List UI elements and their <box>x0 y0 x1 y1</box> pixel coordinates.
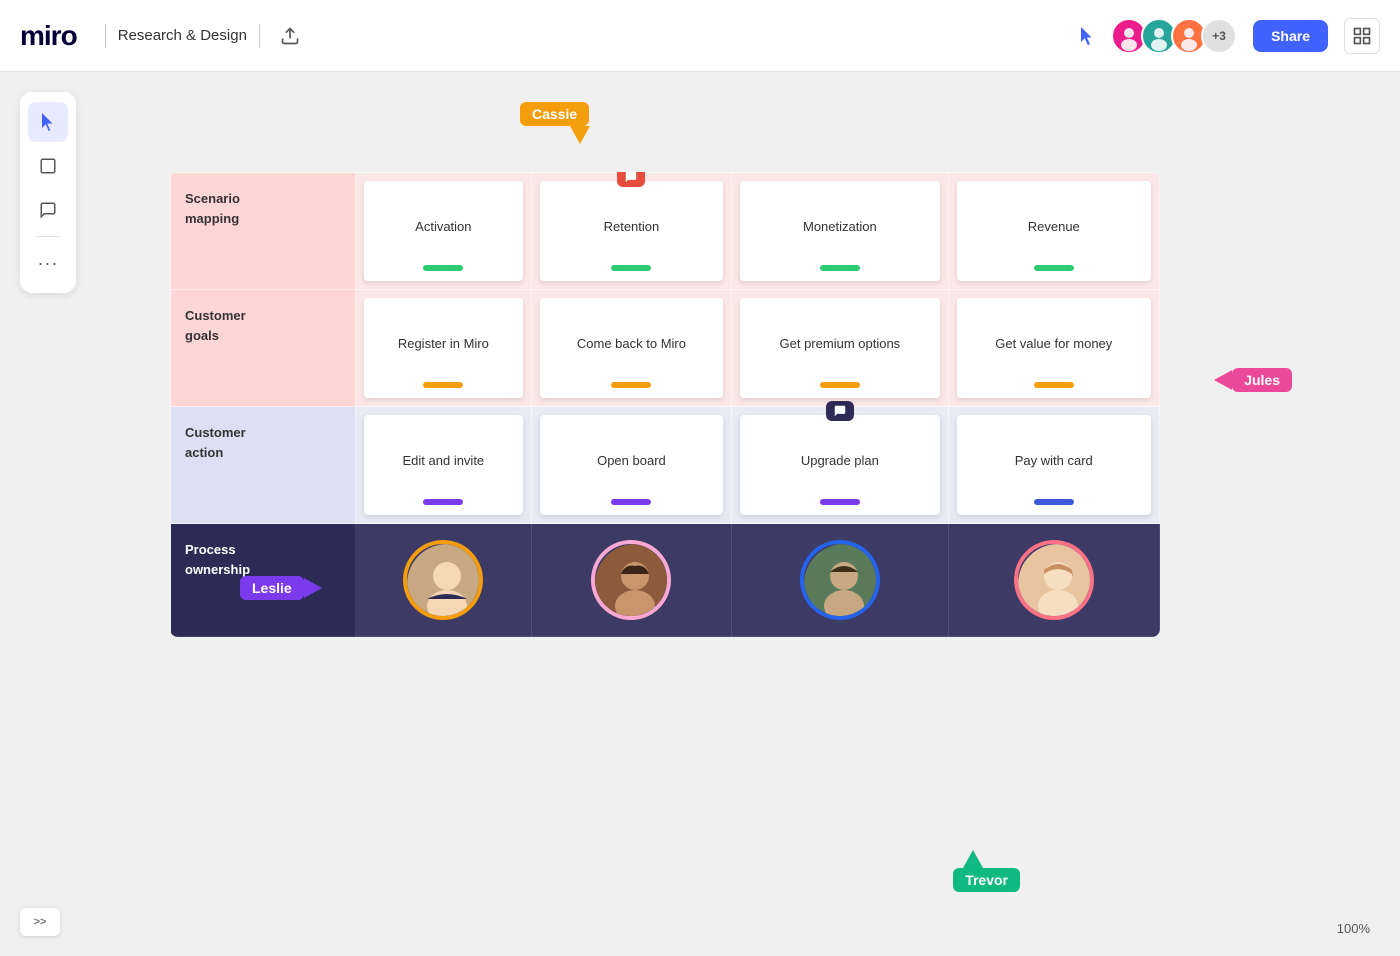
cell-scenario-3: Monetization <box>732 173 948 290</box>
row-label-goals: Customergoals <box>171 290 356 407</box>
sticky-bar <box>820 382 860 388</box>
board-title: Research & Design <box>118 27 247 44</box>
expand-button[interactable]: >> <box>20 908 60 936</box>
sticky-text: Get value for money <box>995 335 1112 353</box>
sticky-upgrade[interactable]: Upgrade plan <box>740 415 939 515</box>
process-avatar-1 <box>403 540 483 620</box>
leslie-label: Leslie <box>240 576 304 600</box>
cell-goals-2: Come back to Miro <box>531 290 731 407</box>
process-avatar-3 <box>800 540 880 620</box>
comment-tool[interactable] <box>28 190 68 230</box>
sticky-monetization[interactable]: Monetization <box>740 181 939 281</box>
sticky-bar <box>1034 265 1074 271</box>
cursor-jules: Jules <box>1214 368 1292 392</box>
sticky-text: Open board <box>597 452 666 470</box>
sticky-text: Register in Miro <box>398 335 489 353</box>
comment-icon-retention <box>617 172 645 187</box>
cell-action-1: Edit and invite <box>356 407 532 524</box>
header-divider <box>105 24 106 48</box>
sticky-text: Upgrade plan <box>801 452 879 470</box>
cell-scenario-4: Revenue <box>948 173 1159 290</box>
cell-scenario-1: Activation <box>356 173 532 290</box>
cursor-tool[interactable] <box>28 102 68 142</box>
cursor-trevor: Trevor <box>953 850 1020 892</box>
row-customer-goals: Customergoals Register in Miro Come back… <box>171 290 1160 407</box>
sticky-text: Get premium options <box>780 335 901 353</box>
cell-goals-1: Register in Miro <box>356 290 532 407</box>
sticky-text: Retention <box>604 218 660 236</box>
row-scenario: Scenariomapping Activation <box>171 173 1160 290</box>
sticky-text: Revenue <box>1028 218 1080 236</box>
sticky-bar <box>1034 382 1074 388</box>
more-tools[interactable]: ··· <box>28 243 68 283</box>
sticky-bar <box>1034 499 1074 505</box>
avatar-group: +3 <box>1111 18 1237 54</box>
sticky-revenue[interactable]: Revenue <box>957 181 1151 281</box>
share-button[interactable]: Share <box>1253 20 1328 52</box>
sticky-text: Monetization <box>803 218 877 236</box>
logo: miro <box>20 20 77 52</box>
cursor-cassie: Cassie <box>520 102 589 144</box>
cell-action-2: Open board <box>531 407 731 524</box>
sticky-premium[interactable]: Get premium options <box>740 298 939 398</box>
process-avatar-4 <box>1014 540 1094 620</box>
sticky-activation[interactable]: Activation <box>364 181 523 281</box>
sticky-comeback[interactable]: Come back to Miro <box>540 298 723 398</box>
header-cursor-icon <box>1071 20 1103 52</box>
sticky-bar <box>423 265 463 271</box>
cell-process-1 <box>356 524 532 637</box>
board-table: Scenariomapping Activation <box>170 172 1160 637</box>
comment-icon-upgrade <box>826 401 854 421</box>
sticky-open-board[interactable]: Open board <box>540 415 723 515</box>
menu-icon[interactable] <box>1344 18 1380 54</box>
cell-goals-3: Get premium options <box>732 290 948 407</box>
sticky-retention[interactable]: Retention <box>540 181 723 281</box>
tool-divider <box>36 236 60 237</box>
sticky-text: Activation <box>415 218 471 236</box>
header-divider2 <box>259 24 260 48</box>
sticky-register[interactable]: Register in Miro <box>364 298 523 398</box>
cursor-leslie: Leslie <box>240 576 322 600</box>
upload-icon[interactable] <box>272 18 308 54</box>
cell-scenario-2: Retention <box>531 173 731 290</box>
sticky-text: Pay with card <box>1015 452 1093 470</box>
cell-process-3 <box>732 524 948 637</box>
sticky-text: Come back to Miro <box>577 335 686 353</box>
jules-label: Jules <box>1232 368 1292 392</box>
header: miro Research & Design <box>0 0 1400 72</box>
sticky-bar <box>820 265 860 271</box>
cassie-label: Cassie <box>520 102 589 126</box>
left-toolbar: ··· <box>20 92 76 293</box>
cell-goals-4: Get value for money <box>948 290 1159 407</box>
sticky-bar <box>611 382 651 388</box>
sticky-tool[interactable] <box>28 146 68 186</box>
sticky-bar <box>423 382 463 388</box>
sticky-edit-invite[interactable]: Edit and invite <box>364 415 523 515</box>
sticky-bar <box>611 265 651 271</box>
header-right: +3 Share <box>1071 18 1380 54</box>
process-avatar-2 <box>591 540 671 620</box>
sticky-bar <box>611 499 651 505</box>
sticky-value[interactable]: Get value for money <box>957 298 1151 398</box>
avatar-count: +3 <box>1201 18 1237 54</box>
sticky-bar <box>820 499 860 505</box>
trevor-label: Trevor <box>953 868 1020 892</box>
cell-action-4: Pay with card <box>948 407 1159 524</box>
sticky-pay-card[interactable]: Pay with card <box>957 415 1151 515</box>
row-label-scenario: Scenariomapping <box>171 173 356 290</box>
cell-process-2 <box>531 524 731 637</box>
sticky-bar <box>423 499 463 505</box>
cell-process-4 <box>948 524 1159 637</box>
zoom-indicator: 100% <box>1337 921 1370 936</box>
cell-action-3: Upgrade plan <box>732 407 948 524</box>
board: Scenariomapping Activation <box>170 172 1160 637</box>
row-customer-action: Customeraction Edit and invite Open boar… <box>171 407 1160 524</box>
sticky-text: Edit and invite <box>403 452 485 470</box>
row-label-action: Customeraction <box>171 407 356 524</box>
canvas: Cassie Jules Leslie Trevor Scenariomappi… <box>0 72 1400 956</box>
